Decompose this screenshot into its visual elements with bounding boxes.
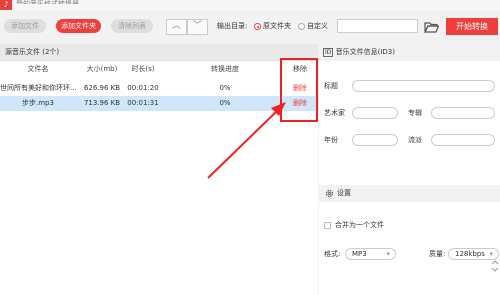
table-row[interactable]: 世间所有美好和你环环... 626.96 KB 00:01:20 0% 删除 [0,81,318,96]
table-row[interactable]: 步步.mp3 713.96 KB 00:01:31 0% 删除 [0,96,318,111]
file-list-header: 源音乐文件 (2个) [0,44,318,61]
year-field[interactable] [352,134,398,146]
column-header-duration: 时长(s) [131,65,155,73]
toolbar: 添加文件 添加文件夹 清除列表 ︿ ﹀ 输出目录: 原文件夹 自定义 开始转换 [0,10,500,43]
file-duration-cell: 00:01:20 [127,84,159,92]
artist-field[interactable] [352,107,398,119]
app-logo-icon: ♪ [0,0,12,10]
radio-custom-label: 自定义 [307,22,328,30]
genre-field[interactable] [431,134,495,146]
scroll-arrows[interactable] [491,259,499,273]
start-convert-button[interactable]: 开始转换 [446,18,498,35]
gear-icon [325,189,334,198]
id3-header-title: 音乐文件信息(ID3) [335,48,395,56]
radio-source-folder[interactable] [254,23,261,30]
chevron-down-icon: ▾ [489,250,493,258]
move-down-button[interactable]: ﹀ [187,19,208,35]
folder-open-icon[interactable] [424,21,439,33]
move-up-button[interactable]: ︿ [166,19,187,35]
add-folder-button[interactable]: 添加文件夹 [56,19,101,33]
file-progress-cell: 0% [219,84,231,92]
chevron-up-icon: ︿ [171,21,181,31]
radio-custom[interactable] [298,23,305,30]
column-header-progress: 转换进度 [211,65,239,73]
format-select-value: MP3 [352,250,367,258]
column-header-filename: 文件名 [27,65,49,73]
format-select[interactable]: MP3 ▾ [345,248,396,260]
title-field[interactable] [352,80,495,92]
file-list-panel: 源音乐文件 (2个) 文件名 大小(mb) 时长(s) 转换进度 移除 世间所有… [0,44,318,295]
file-name-cell: 世间所有美好和你环环... [0,84,77,92]
album-field[interactable] [431,107,495,119]
quality-label: 质量: [429,250,446,258]
title-bar: ♪ 我的音乐格式转换器 [0,0,500,10]
window-title: 我的音乐格式转换器 [16,0,79,4]
quality-select-value: 128kbps [455,250,485,258]
file-progress-cell: 0% [219,99,231,107]
genre-label: 流派 [408,136,422,144]
settings-title: 设置 [337,189,351,197]
album-label: 专辑 [408,109,422,117]
radio-source-folder-label: 原文件夹 [263,22,291,30]
id3-header: ID 音乐文件信息(ID3) [319,44,500,61]
file-size-cell: 626.96 KB [83,84,121,92]
id-badge-icon: ID [323,48,334,57]
output-dir-label: 输出目录: [217,22,248,30]
clear-list-button[interactable]: 清除列表 [111,19,153,33]
title-label: 标题 [324,82,338,90]
merge-checkbox[interactable] [324,222,331,229]
format-label: 格式: [324,250,341,258]
column-header-size: 大小(mb) [86,65,118,73]
artist-label: 艺术家 [324,109,345,117]
output-path-input[interactable] [337,19,418,33]
chevron-down-icon: ▾ [386,250,390,258]
file-size-cell: 713.96 KB [83,99,121,107]
id3-info-panel: ID 音乐文件信息(ID3) 标题 艺术家 专辑 年份 流派 设置 合并为一个文… [319,44,500,295]
chevron-down-icon: ﹀ [192,21,202,31]
merge-label: 合并为一个文件 [335,221,384,229]
file-duration-cell: 00:01:31 [127,99,159,107]
annotation-highlight-box [280,58,318,122]
add-file-button[interactable]: 添加文件 [4,19,46,33]
year-label: 年份 [324,136,338,144]
file-name-cell: 步步.mp3 [22,99,54,107]
settings-header: 设置 [319,185,500,202]
